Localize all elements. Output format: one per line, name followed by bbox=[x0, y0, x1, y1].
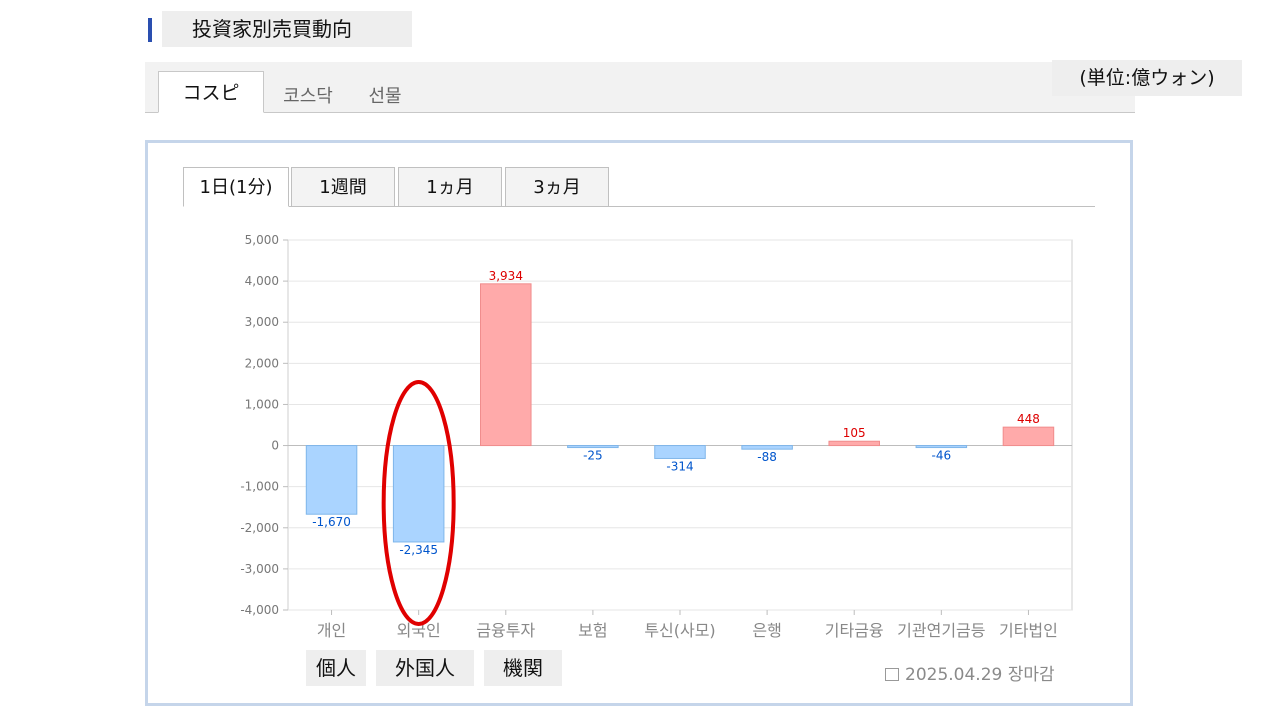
y-tick-label: 0 bbox=[271, 439, 279, 453]
x-tick-label: 은행 bbox=[752, 621, 781, 640]
bar-value-label: -46 bbox=[932, 449, 952, 463]
bar-value-label: -314 bbox=[666, 459, 693, 473]
y-tick-label: -2,000 bbox=[240, 521, 279, 535]
y-tick-label: -4,000 bbox=[240, 603, 279, 617]
bar bbox=[828, 440, 880, 447]
bar bbox=[305, 445, 358, 515]
bar-value-label: -2,345 bbox=[399, 543, 438, 557]
bar-value-label: 448 bbox=[1017, 412, 1040, 426]
bar bbox=[567, 445, 619, 449]
market-close-date: 2025.04.29 장마감 bbox=[885, 660, 1055, 685]
x-tick-label: 기타법인 bbox=[999, 621, 1058, 640]
bar bbox=[392, 445, 445, 543]
calendar-icon bbox=[885, 668, 899, 681]
x-tick-label: 기타금융 bbox=[825, 621, 884, 640]
bar bbox=[915, 445, 968, 449]
date-text: 2025.04.29 장마감 bbox=[905, 665, 1055, 685]
investor-bar-chart: 5,000 4,000 3,000 2,000 1,000 0 -1,000 -2,000 -3… bbox=[240, 233, 1073, 640]
y-tick-label: 2,000 bbox=[245, 356, 279, 370]
jp-label-institution: 機関 bbox=[484, 650, 562, 686]
bar bbox=[741, 445, 793, 450]
bar-value-label: 105 bbox=[843, 426, 866, 440]
bar-value-label: -1,670 bbox=[312, 515, 351, 529]
y-tick-label: -3,000 bbox=[240, 562, 279, 576]
x-tick-label: 보험 bbox=[578, 621, 607, 640]
bar-value-label: -88 bbox=[757, 450, 777, 464]
bar bbox=[480, 283, 532, 447]
y-tick-label: 5,000 bbox=[245, 233, 279, 247]
x-tick-label: 투신(사모) bbox=[644, 621, 715, 640]
bar bbox=[1002, 426, 1055, 447]
y-tick-label: 1,000 bbox=[245, 397, 279, 411]
bar-value-label: 3,934 bbox=[489, 269, 523, 283]
bar-value-label: -25 bbox=[583, 449, 603, 463]
y-tick-label: 4,000 bbox=[245, 274, 279, 288]
x-tick-label: 금융투자 bbox=[476, 621, 535, 640]
y-tick-label: 3,000 bbox=[245, 315, 279, 329]
jp-label-individual: 個人 bbox=[306, 650, 366, 686]
x-tick-label: 개인 bbox=[317, 621, 346, 640]
bar bbox=[654, 445, 706, 459]
y-tick-label: -1,000 bbox=[240, 480, 279, 494]
jp-label-foreigner: 外国人 bbox=[376, 650, 474, 686]
x-tick-label: 기관연기금등 bbox=[897, 621, 985, 640]
